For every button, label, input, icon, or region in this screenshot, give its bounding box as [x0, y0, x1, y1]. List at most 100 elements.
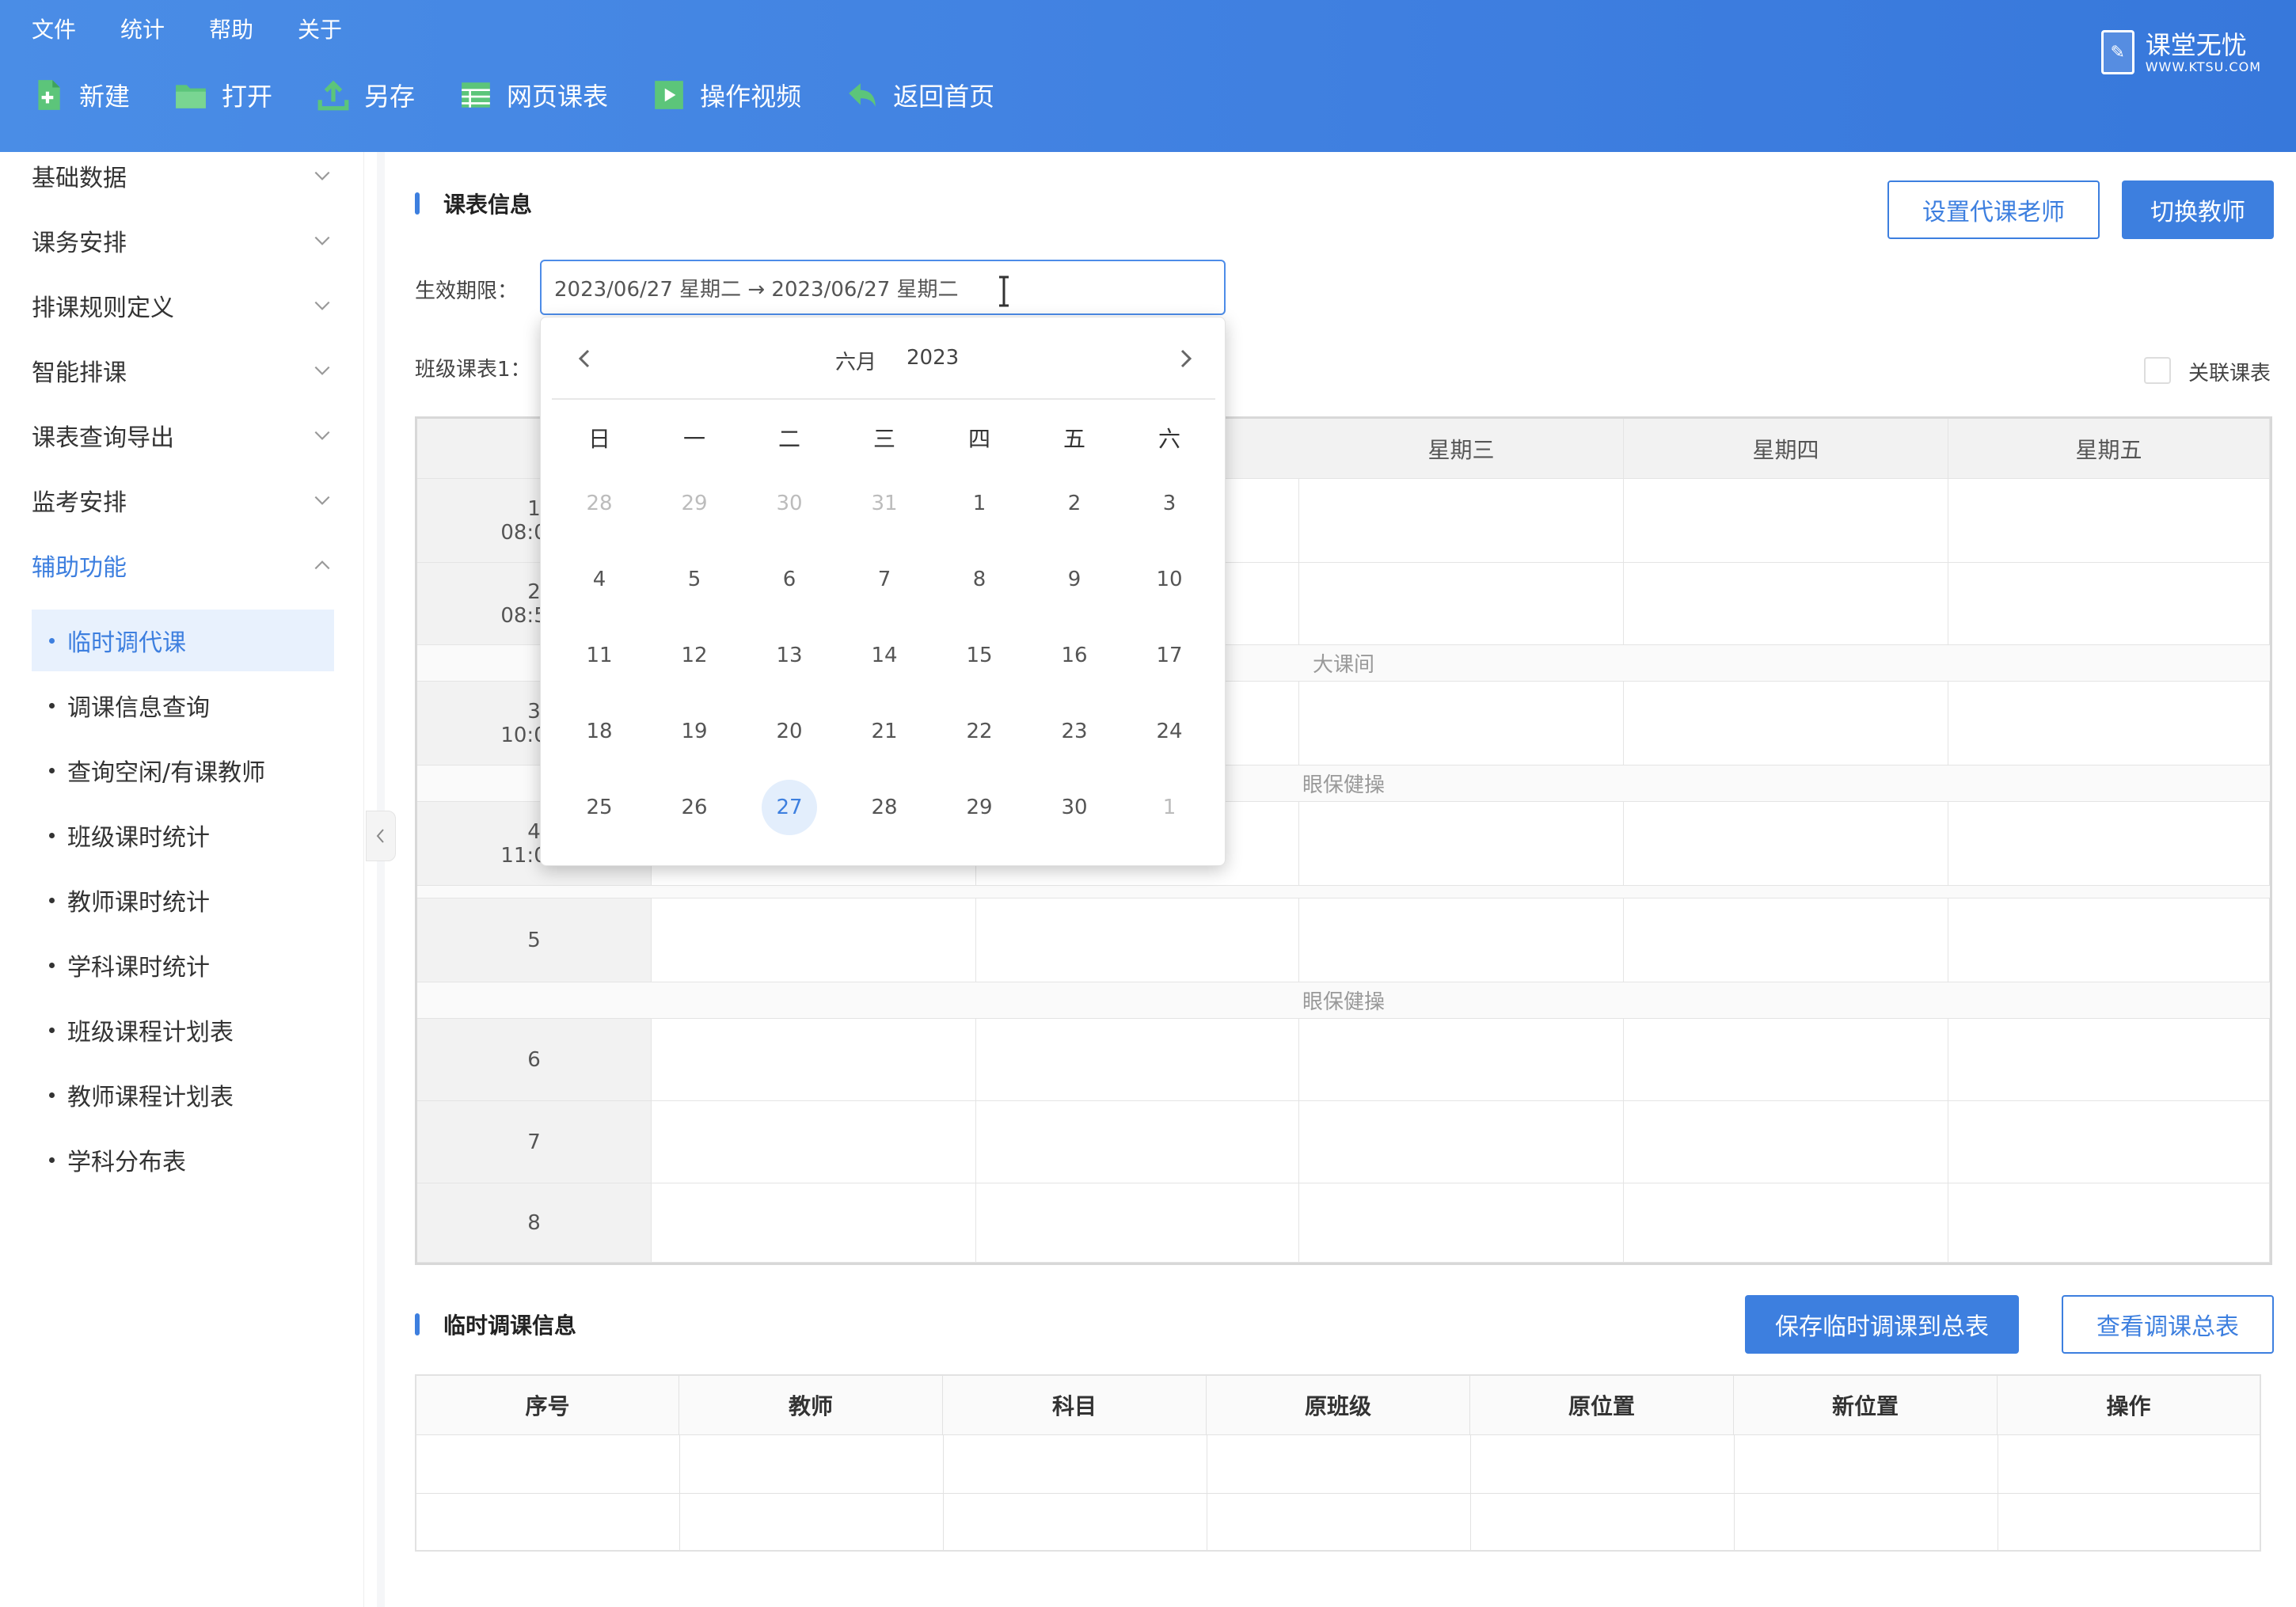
calendar-day[interactable]: 30: [1047, 780, 1102, 835]
prev-month-button[interactable]: [569, 343, 601, 374]
calendar-day[interactable]: 11: [572, 628, 627, 683]
save-to-master-button[interactable]: 保存临时调课到总表: [1745, 1295, 2019, 1354]
menu-help[interactable]: 帮助: [209, 14, 253, 46]
calendar-day[interactable]: 22: [952, 704, 1007, 759]
calendar-day[interactable]: 28: [572, 476, 627, 531]
slot-cell[interactable]: [1299, 898, 1624, 982]
slot-cell[interactable]: [976, 1101, 1299, 1183]
calendar-day[interactable]: 30: [762, 476, 817, 531]
calendar-year[interactable]: 2023: [907, 346, 959, 370]
calendar-day[interactable]: 4: [572, 552, 627, 607]
calendar-day[interactable]: 21: [857, 704, 912, 759]
save-as-button[interactable]: 另存: [317, 73, 415, 117]
sidebar-item-basic-data[interactable]: 基础数据: [32, 152, 333, 199]
slot-cell[interactable]: [652, 898, 976, 982]
calendar-day[interactable]: 29: [667, 476, 722, 531]
calendar-day[interactable]: 10: [1142, 552, 1197, 607]
sidebar-subitem-teacher-plan[interactable]: 教师课程计划表: [32, 1064, 334, 1126]
sidebar-subitem-teacher-hours[interactable]: 教师课时统计: [32, 869, 334, 931]
slot-cell[interactable]: [976, 898, 1299, 982]
video-button[interactable]: 操作视频: [652, 73, 801, 117]
menu-about[interactable]: 关于: [298, 14, 342, 46]
slot-cell[interactable]: [1624, 1019, 1948, 1101]
calendar-day[interactable]: 5: [667, 552, 722, 607]
calendar-day[interactable]: 1: [1142, 780, 1197, 835]
slot-cell[interactable]: [1948, 1101, 2270, 1183]
slot-cell[interactable]: [1948, 1019, 2270, 1101]
calendar-day[interactable]: 25: [572, 780, 627, 835]
slot-cell[interactable]: [1948, 1183, 2270, 1263]
slot-cell[interactable]: [1624, 898, 1948, 982]
calendar-day[interactable]: 2: [1047, 476, 1102, 531]
switch-teacher-button[interactable]: 切换教师: [2122, 180, 2274, 239]
slot-cell[interactable]: [652, 1183, 976, 1263]
calendar-day[interactable]: 7: [857, 552, 912, 607]
calendar-day[interactable]: 13: [762, 628, 817, 683]
slot-cell[interactable]: [1948, 563, 2270, 645]
calendar-day[interactable]: 19: [667, 704, 722, 759]
new-button[interactable]: 新建: [32, 73, 130, 117]
calendar-day[interactable]: 3: [1142, 476, 1197, 531]
calendar-day[interactable]: 26: [667, 780, 722, 835]
slot-cell[interactable]: [1299, 1019, 1624, 1101]
slot-cell[interactable]: [1624, 563, 1948, 645]
open-button[interactable]: 打开: [174, 73, 272, 117]
web-schedule-button[interactable]: 网页课表: [459, 73, 608, 117]
calendar-day[interactable]: 28: [857, 780, 912, 835]
calendar-day[interactable]: 29: [952, 780, 1007, 835]
calendar-day-selected[interactable]: 27: [762, 780, 817, 835]
sidebar-item-query-export[interactable]: 课表查询导出: [32, 412, 333, 459]
slot-cell[interactable]: [976, 1019, 1299, 1101]
slot-cell[interactable]: [1624, 802, 1948, 886]
slot-cell[interactable]: [1624, 1183, 1948, 1263]
sidebar-subitem-temp-substitute[interactable]: 临时调代课: [32, 610, 334, 671]
sidebar-subitem-class-plan[interactable]: 班级课程计划表: [32, 999, 334, 1061]
calendar-day[interactable]: 1: [952, 476, 1007, 531]
slot-cell[interactable]: [1299, 1183, 1624, 1263]
home-button[interactable]: 返回首页: [846, 73, 994, 117]
slot-cell[interactable]: [1948, 802, 2270, 886]
calendar-day[interactable]: 24: [1142, 704, 1197, 759]
sidebar-subitem-adjust-query[interactable]: 调课信息查询: [32, 674, 334, 736]
calendar-day[interactable]: 31: [857, 476, 912, 531]
slot-cell[interactable]: [1948, 682, 2270, 766]
collapse-sidebar-button[interactable]: [366, 811, 396, 861]
date-range-input[interactable]: 2023/06/27 星期二 → 2023/06/27 星期二: [540, 260, 1226, 315]
set-substitute-teacher-button[interactable]: 设置代课老师: [1887, 180, 2100, 239]
calendar-day[interactable]: 6: [762, 552, 817, 607]
slot-cell[interactable]: [1624, 682, 1948, 766]
slot-cell[interactable]: [1299, 802, 1624, 886]
calendar-month[interactable]: 六月: [835, 346, 876, 375]
slot-cell[interactable]: [1624, 479, 1948, 563]
calendar-day[interactable]: 16: [1047, 628, 1102, 683]
slot-cell[interactable]: [1948, 479, 2270, 563]
slot-cell[interactable]: [652, 1101, 976, 1183]
slot-cell[interactable]: [652, 1019, 976, 1101]
next-month-button[interactable]: [1169, 343, 1201, 374]
calendar-day[interactable]: 9: [1047, 552, 1102, 607]
calendar-day[interactable]: 18: [572, 704, 627, 759]
sidebar-subitem-subject-hours[interactable]: 学科课时统计: [32, 934, 334, 996]
calendar-day[interactable]: 20: [762, 704, 817, 759]
calendar-day[interactable]: 15: [952, 628, 1007, 683]
slot-cell[interactable]: [1299, 1101, 1624, 1183]
calendar-day[interactable]: 23: [1047, 704, 1102, 759]
calendar-day[interactable]: 8: [952, 552, 1007, 607]
sidebar-subitem-free-teachers[interactable]: 查询空闲/有课教师: [32, 739, 334, 801]
sidebar-item-exam-supervision[interactable]: 监考安排: [32, 477, 333, 524]
slot-cell[interactable]: [976, 1183, 1299, 1263]
view-master-button[interactable]: 查看调课总表: [2062, 1295, 2274, 1354]
menu-stats[interactable]: 统计: [120, 14, 165, 46]
sidebar-subitem-subject-distribution[interactable]: 学科分布表: [32, 1129, 334, 1191]
sidebar-subitem-class-hours[interactable]: 班级课时统计: [32, 804, 334, 866]
sidebar-item-course-arrangement[interactable]: 课务安排: [32, 217, 333, 264]
menu-file[interactable]: 文件: [32, 14, 76, 46]
calendar-day[interactable]: 14: [857, 628, 912, 683]
sidebar-item-smart-scheduling[interactable]: 智能排课: [32, 347, 333, 394]
slot-cell[interactable]: [1299, 479, 1624, 563]
slot-cell[interactable]: [1624, 1101, 1948, 1183]
slot-cell[interactable]: [1299, 563, 1624, 645]
sidebar-item-rules[interactable]: 排课规则定义: [32, 282, 333, 329]
slot-cell[interactable]: [1299, 682, 1624, 766]
link-schedule-checkbox[interactable]: [2144, 357, 2171, 384]
